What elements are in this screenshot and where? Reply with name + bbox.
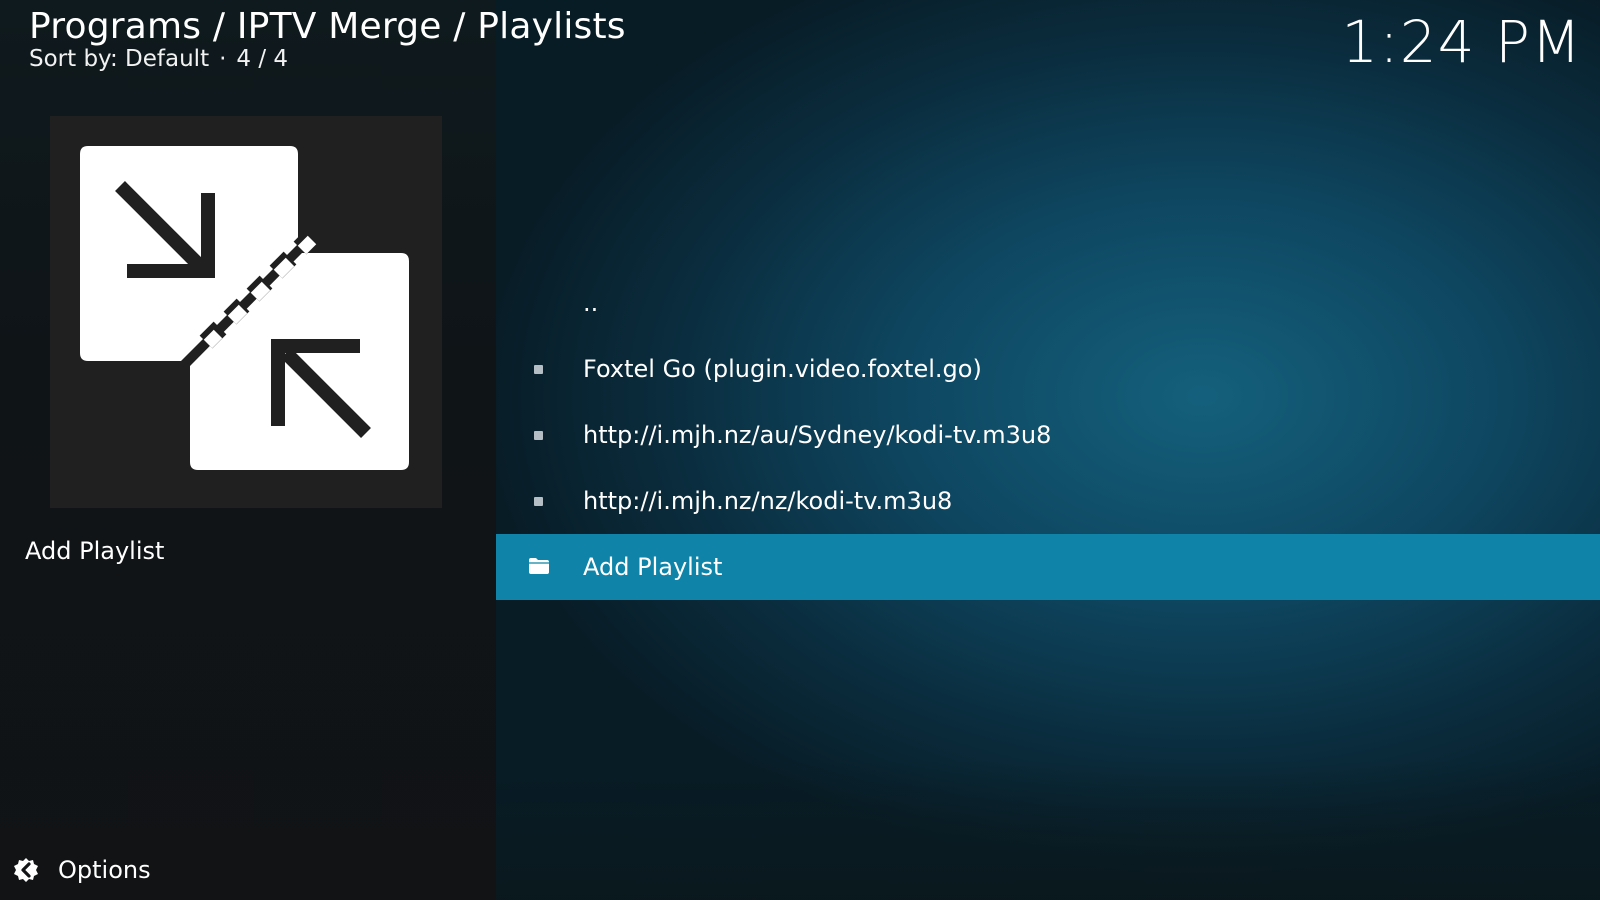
kodi-screen: Programs / IPTV Merge / Playlists Sort b… xyxy=(0,0,1600,900)
options-button[interactable]: Options xyxy=(12,852,151,888)
sort-info: Sort by: Default · 4 / 4 xyxy=(29,44,288,74)
list-item[interactable]: http://i.mjh.nz/nz/kodi-tv.m3u8 xyxy=(496,468,1600,534)
list-item-parent[interactable]: .. xyxy=(496,270,1600,336)
merge-arrows-icon xyxy=(80,146,409,470)
list-item-label: .. xyxy=(583,289,599,317)
list-item-label: http://i.mjh.nz/au/Sydney/kodi-tv.m3u8 xyxy=(583,421,1052,449)
separator-dot: · xyxy=(219,46,227,72)
list-item[interactable]: Foxtel Go (plugin.video.foxtel.go) xyxy=(496,336,1600,402)
bullet-icon xyxy=(534,497,543,506)
list-item-add-playlist[interactable]: Add Playlist xyxy=(496,534,1600,600)
folder-icon xyxy=(528,557,550,579)
bullet-icon xyxy=(534,431,543,440)
right-panel-shade xyxy=(496,760,1600,900)
list-item[interactable]: http://i.mjh.nz/au/Sydney/kodi-tv.m3u8 xyxy=(496,402,1600,468)
playlist-list: .. Foxtel Go (plugin.video.foxtel.go) ht… xyxy=(496,270,1600,600)
addon-thumbnail xyxy=(50,116,442,508)
selected-item-title: Add Playlist xyxy=(25,537,165,565)
options-label: Options xyxy=(58,856,151,884)
sort-label[interactable]: Sort by: Default xyxy=(29,46,209,72)
list-item-label: Foxtel Go (plugin.video.foxtel.go) xyxy=(583,355,982,383)
item-position: 4 / 4 xyxy=(236,46,289,72)
list-item-label: Add Playlist xyxy=(583,553,723,581)
clock: 1:24 PM xyxy=(1341,8,1582,76)
options-gear-icon xyxy=(14,858,38,882)
list-item-label: http://i.mjh.nz/nz/kodi-tv.m3u8 xyxy=(583,487,953,515)
bullet-icon xyxy=(534,365,543,374)
